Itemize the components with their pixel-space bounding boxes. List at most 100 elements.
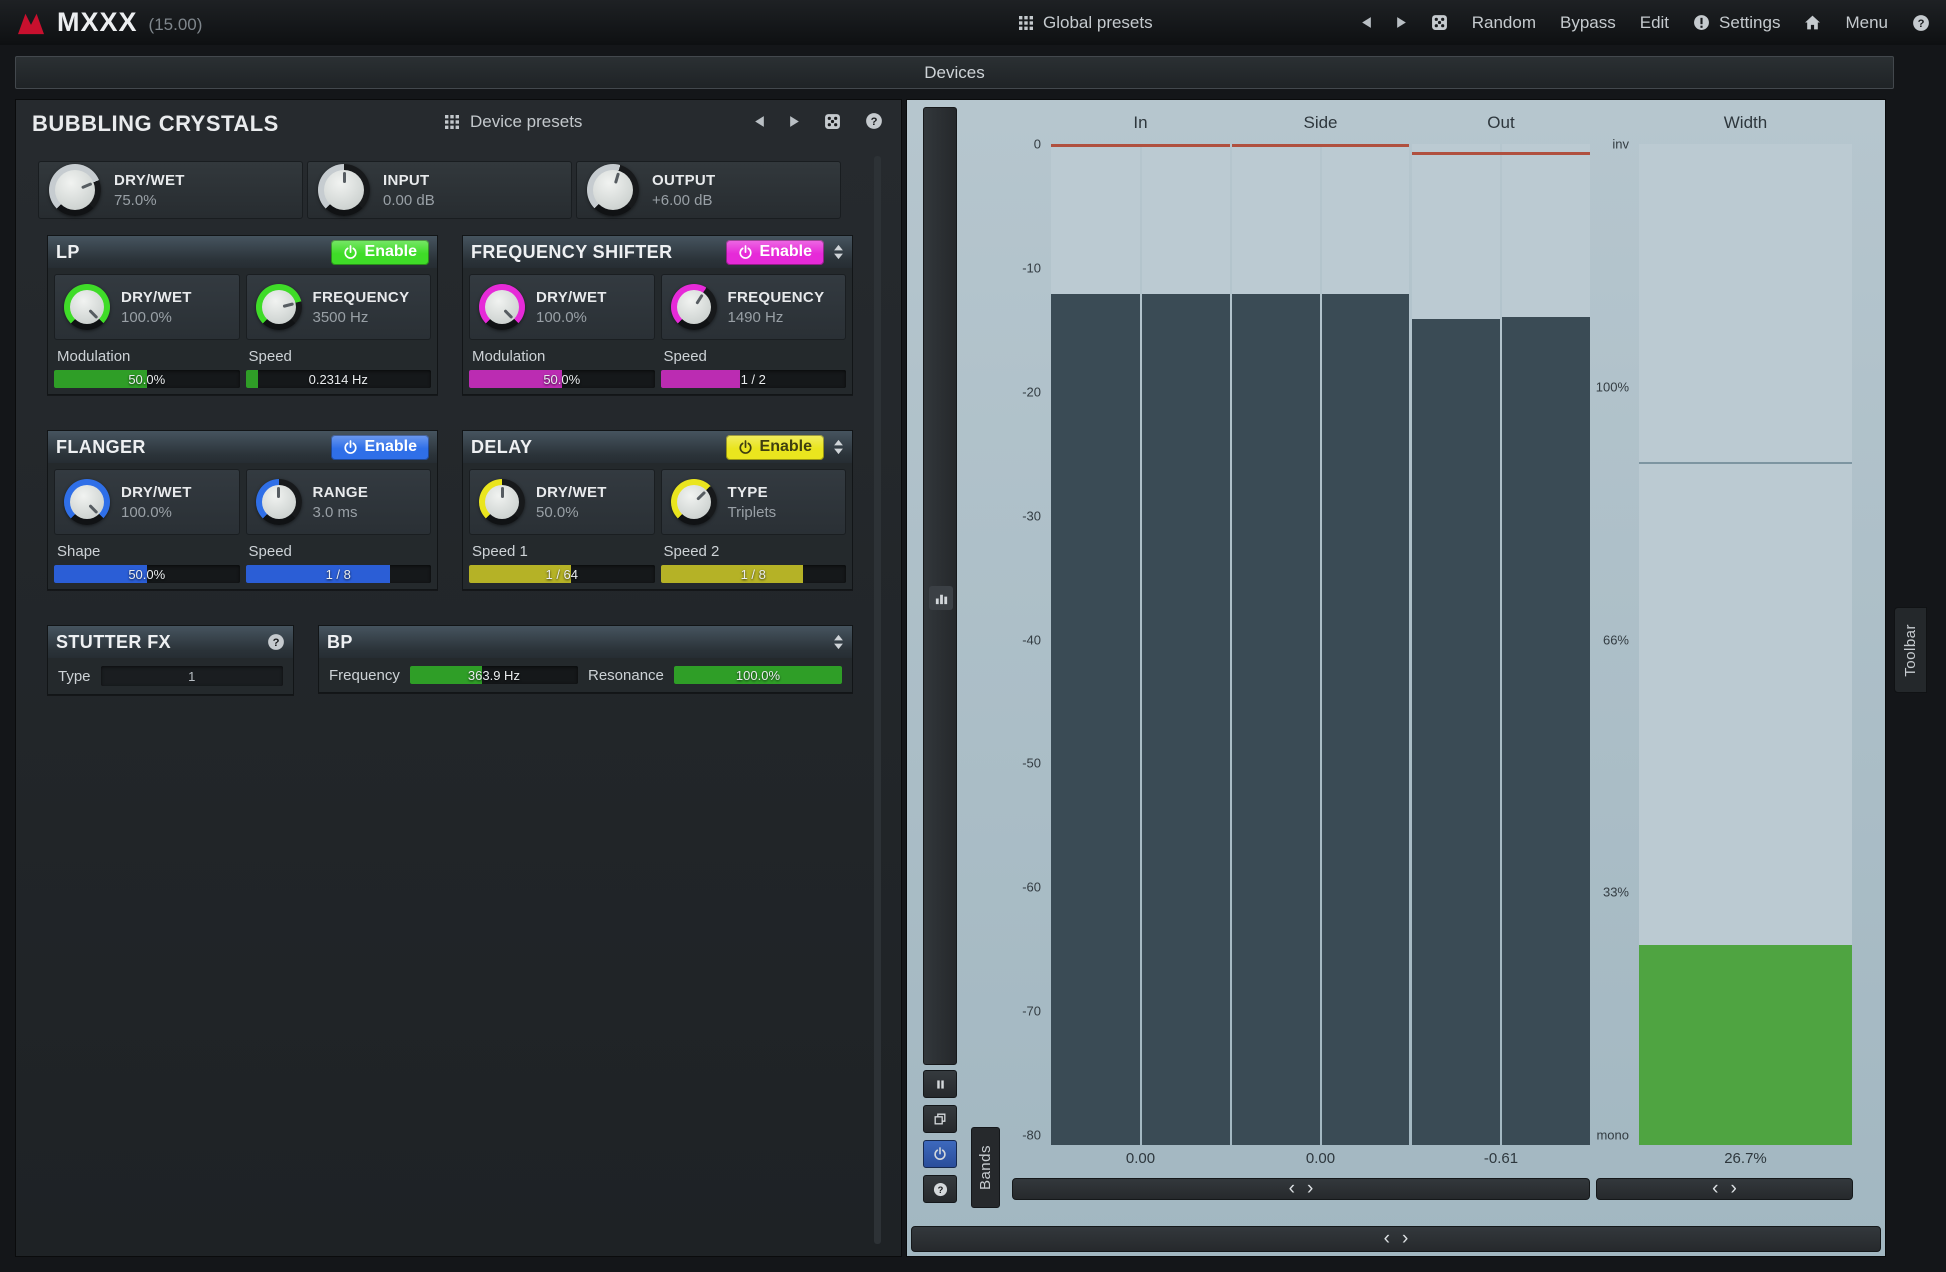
peak-indicator-side	[1232, 144, 1409, 147]
lp-drywet-knob[interactable]: DRY/WET 100.0%	[54, 274, 240, 340]
width-tick: 33%	[1603, 885, 1629, 900]
device-help-button[interactable]: ?	[865, 112, 883, 130]
lp-modulation-slider[interactable]: 50.0%	[54, 370, 240, 388]
preset-title[interactable]: BUBBLING CRYSTALS	[32, 111, 279, 137]
width-tick: 100%	[1596, 379, 1629, 394]
frequency-shifter-speed-slider[interactable]: 1 / 2	[661, 370, 847, 388]
frequency-shifter-modulation-slider[interactable]: 50.0%	[469, 370, 655, 388]
bp-frequency-slider[interactable]: 363.9 Hz	[410, 666, 578, 684]
module-stutter-fx-header[interactable]: STUTTER FX ?	[48, 626, 293, 658]
pause-button[interactable]	[923, 1070, 957, 1098]
help-button[interactable]: ?	[1910, 11, 1932, 35]
devices-tab[interactable]: Devices	[15, 56, 1894, 89]
stutter-type-field[interactable]: 1	[101, 666, 283, 686]
edit-button[interactable]: Edit	[1638, 10, 1671, 36]
slider-label: Shape	[57, 543, 240, 560]
meter-scrollbar-bottom[interactable]: ‹ ›	[911, 1226, 1881, 1252]
slider-label: Speed	[664, 348, 847, 365]
frequency-shifter-frequency-knob[interactable]: FREQUENCY 1490 Hz	[661, 274, 847, 340]
knob-dial[interactable]	[671, 284, 717, 330]
lp-frequency-knob[interactable]: FREQUENCY 3500 Hz	[246, 274, 432, 340]
frequency-shifter-enable-button[interactable]: Enable	[726, 240, 824, 265]
bypass-button[interactable]: Bypass	[1558, 10, 1618, 36]
db-tick: -30	[1022, 508, 1041, 523]
lp-enable-button[interactable]: Enable	[331, 240, 429, 265]
analyzer-power-button[interactable]	[923, 1140, 957, 1168]
next-device-preset-button[interactable]	[789, 115, 800, 128]
module-lp-header[interactable]: LP Enable	[48, 236, 437, 268]
module-title: BP	[327, 632, 353, 653]
flanger-shape-slider[interactable]: 50.0%	[54, 565, 240, 583]
master-input-knob[interactable]: INPUT 0.00 dB	[307, 161, 572, 219]
module-frequency-shifter-header[interactable]: FREQUENCY SHIFTER Enable	[463, 236, 852, 268]
home-button[interactable]	[1802, 11, 1823, 34]
module-order-stepper[interactable]	[833, 439, 844, 455]
stutter-help-button[interactable]: ?	[267, 633, 285, 651]
module-order-stepper[interactable]	[833, 244, 844, 260]
knob-dial[interactable]	[671, 479, 717, 525]
device-presets-button[interactable]: Device presets	[444, 112, 582, 132]
master-knob-row: DRY/WET 75.0% INPUT 0.00 dB OUTPUT +6.00…	[38, 161, 841, 219]
previous-preset-button[interactable]	[1359, 13, 1374, 32]
db-scale: 0 -10 -20 -30 -40 -50 -60 -70 -80	[907, 144, 1044, 1135]
next-preset-button[interactable]	[1394, 13, 1409, 32]
enable-label: Enable	[365, 243, 417, 261]
knob-dial[interactable]	[318, 164, 370, 216]
scroll-left-icon: ‹	[1384, 1229, 1390, 1248]
frequency-shifter-drywet-knob[interactable]: DRY/WET 100.0%	[469, 274, 655, 340]
delay-drywet-knob[interactable]: DRY/WET 50.0%	[469, 469, 655, 535]
flanger-speed-slider[interactable]: 1 / 8	[246, 565, 432, 583]
knob-dial[interactable]	[479, 284, 525, 330]
settings-button[interactable]: Settings	[1691, 10, 1782, 36]
previous-device-preset-button[interactable]	[754, 115, 765, 128]
delay-speed2-slider[interactable]: 1 / 8	[661, 565, 847, 583]
meter-col-header-width: Width	[1639, 113, 1852, 133]
master-drywet-knob[interactable]: DRY/WET 75.0%	[38, 161, 303, 219]
knob-needle	[262, 485, 296, 519]
triangle-left-icon	[1361, 16, 1372, 29]
flanger-range-knob[interactable]: RANGE 3.0 ms	[246, 469, 432, 535]
meter-scrollbar-main[interactable]: ‹ ›	[1012, 1178, 1590, 1200]
random-preset-button[interactable]	[1429, 11, 1450, 34]
alert-icon	[1693, 14, 1710, 31]
module-flanger-header[interactable]: FLANGER Enable	[48, 431, 437, 463]
help-icon: ?	[933, 1182, 948, 1197]
delay-type-knob[interactable]: TYPE Triplets	[661, 469, 847, 535]
detach-window-button[interactable]	[923, 1105, 957, 1133]
knob-dial[interactable]	[587, 164, 639, 216]
knob-dial[interactable]	[64, 284, 110, 330]
knob-value: 75.0%	[114, 192, 185, 209]
device-panel-scrollbar[interactable]	[874, 156, 881, 1244]
module-delay-header[interactable]: DELAY Enable	[463, 431, 852, 463]
delay-enable-button[interactable]: Enable	[726, 435, 824, 460]
module-bp-header[interactable]: BP	[319, 626, 852, 658]
knob-dial[interactable]	[64, 479, 110, 525]
knob-label: RANGE	[313, 484, 369, 501]
bands-tab[interactable]: Bands	[971, 1127, 1000, 1208]
flanger-enable-button[interactable]: Enable	[331, 435, 429, 460]
menu-button[interactable]: Menu	[1843, 10, 1890, 36]
meter-bar-out-right	[1502, 317, 1590, 1145]
random-device-preset-button[interactable]	[824, 113, 841, 130]
bypass-label: Bypass	[1560, 13, 1616, 33]
bp-resonance-slider[interactable]: 100.0%	[674, 666, 842, 684]
toolbar-tab[interactable]: Toolbar	[1894, 607, 1927, 693]
delay-speed1-slider[interactable]: 1 / 64	[469, 565, 655, 583]
peak-indicator-in	[1051, 144, 1230, 147]
global-presets-button[interactable]: Global presets	[1016, 10, 1155, 36]
master-output-knob[interactable]: OUTPUT +6.00 dB	[576, 161, 841, 219]
knob-dial[interactable]	[256, 284, 302, 330]
knob-dial[interactable]	[479, 479, 525, 525]
peak-indicator-out	[1412, 152, 1590, 155]
meter-help-button[interactable]: ?	[923, 1175, 957, 1203]
knob-dial[interactable]	[256, 479, 302, 525]
knob-label: DRY/WET	[114, 172, 185, 189]
lp-speed-slider[interactable]: 0.2314 Hz	[246, 370, 432, 388]
knob-needle	[63, 478, 111, 526]
module-order-stepper[interactable]	[833, 634, 844, 650]
random-button[interactable]: Random	[1470, 10, 1538, 36]
knob-dial[interactable]	[49, 164, 101, 216]
flanger-drywet-knob[interactable]: DRY/WET 100.0%	[54, 469, 240, 535]
meter-scrollbar-width[interactable]: ‹ ›	[1596, 1178, 1853, 1200]
help-icon: ?	[865, 112, 883, 130]
